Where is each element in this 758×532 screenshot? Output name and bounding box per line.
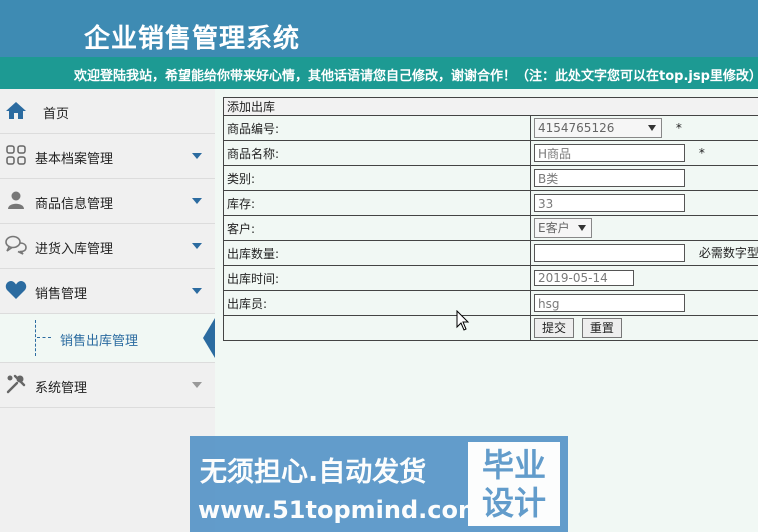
sidebar-item-purchase[interactable]: 进货入库管理 [0,224,215,269]
sidebar-item-archives[interactable]: 基本档案管理 [0,134,215,179]
sidebar-item-system[interactable]: 系统管理 [0,363,215,408]
field-label: 类别: [223,165,531,191]
form-row: 出库员: hsg [223,290,758,316]
form-row: 出库时间: 2019-05-14 [223,265,758,291]
field-label: 出库时间: [223,265,531,291]
user-icon [5,189,27,211]
watermark-badge-text: 毕业设计 [481,446,546,522]
tree-branch [37,337,51,338]
quantity-hint: 必需数字型 [698,245,758,260]
product-code-select[interactable]: 4154765126 [534,118,662,138]
sidebar-item-label: 系统管理 [35,381,88,396]
required-mark: * [698,145,705,160]
product-name-field[interactable]: H商品 [534,144,685,162]
heart-icon [5,279,27,301]
field-label: 商品名称: [223,140,531,166]
chevron-down-icon [192,243,202,249]
form-heading: 添加出库 [223,97,758,116]
form-row: 商品名称: H商品 * [223,140,758,166]
active-indicator [203,318,215,358]
form-row: 客户: E客户 [223,215,758,241]
sidebar: 首页 基本档案管理 商品信息管理 进货入库管理 销售管理 销售出库管理 系统管理 [0,89,215,532]
field-label: 商品编号: [223,115,531,141]
quantity-field[interactable] [534,244,685,263]
category-field[interactable]: B类 [534,169,685,187]
form-row: 提交 重置 [223,315,758,341]
sidebar-item-label: 首页 [43,107,70,122]
form-row: 库存: 33 [223,190,758,216]
field-label: 客户: [223,215,531,241]
watermark-url: www.51topmind.com [198,496,483,524]
form-row: 出库数量: 必需数字型 [223,240,758,266]
chevron-down-icon [192,382,202,388]
sidebar-item-home[interactable]: 首页 [0,89,215,134]
sidebar-item-label: 销售管理 [35,287,88,302]
app-title: 企业销售管理系统 [84,24,301,54]
reset-button[interactable]: 重置 [581,318,622,338]
mouse-cursor-icon [456,310,470,331]
sidebar-item-label: 进货入库管理 [35,242,114,257]
outbound-form: 添加出库 商品编号: 4154765126 * 商品名称: H商品 * 类别: … [223,97,758,341]
watermark-banner: 无须担心.自动发货 www.51topmind.com 毕业设计 [190,436,568,532]
chevron-down-icon [192,153,202,159]
chevron-down-icon [648,125,656,131]
tools-icon [5,373,27,395]
submenu-item-label: 销售出库管理 [60,334,139,349]
operator-field[interactable]: hsg [534,294,685,312]
chevron-down-icon [578,225,586,231]
tree-line [35,320,36,356]
sidebar-item-label: 商品信息管理 [35,197,114,212]
field-label: 出库员: [223,290,531,316]
sidebar-item-sales[interactable]: 销售管理 [0,269,215,314]
submit-button[interactable]: 提交 [534,318,575,338]
watermark-badge: 毕业设计 [468,442,560,526]
sidebar-item-label: 基本档案管理 [35,152,114,167]
sidebar-item-products[interactable]: 商品信息管理 [0,179,215,224]
outbound-date-field[interactable]: 2019-05-14 [534,270,634,286]
form-row: 类别: B类 [223,165,758,191]
chevron-down-icon [192,198,202,204]
field-label: 出库数量: [223,240,531,266]
chevron-down-icon [192,288,202,294]
grid-icon [5,144,27,166]
form-row: 商品编号: 4154765126 * [223,115,758,141]
notice-text: 欢迎登陆我站，希望能给你带来好心情，其他话语请您自己修改，谢谢合作！（注：此处文… [74,69,758,84]
submenu-sales-outbound[interactable]: 销售出库管理 [0,314,215,363]
customer-select[interactable]: E客户 [534,218,592,238]
home-icon [5,99,27,121]
stock-field[interactable]: 33 [534,194,685,212]
watermark-line1: 无须担心.自动发货 [200,457,427,488]
required-mark: * [675,120,682,135]
field-label: 库存: [223,190,531,216]
app-header: 企业销售管理系统 [0,0,758,57]
notice-bar: 欢迎登陆我站，希望能给你带来好心情，其他话语请您自己修改，谢谢合作！（注：此处文… [0,57,758,89]
chat-icon [5,234,27,256]
